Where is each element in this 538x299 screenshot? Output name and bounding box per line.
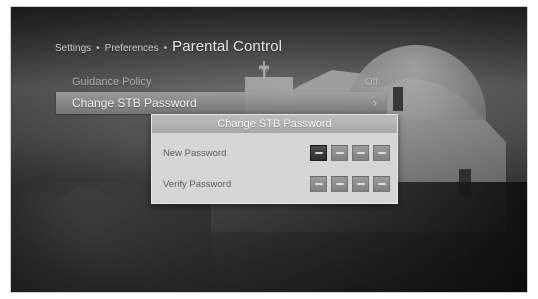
breadcrumb-item-settings: Settings [55, 43, 92, 54]
menu-item-change-stb-password[interactable]: Change STB Password › [56, 92, 386, 114]
pin-digit-box[interactable] [331, 145, 348, 161]
pin-dash-icon [356, 152, 365, 154]
pin-dash-icon [314, 183, 323, 185]
pin-digit-box[interactable] [352, 145, 369, 161]
verify-password-row: Verify Password [163, 173, 390, 195]
breadcrumb: Settings • Preferences • Parental Contro… [55, 38, 282, 58]
pin-dash-icon [377, 183, 386, 185]
new-password-row: New Password [163, 142, 390, 164]
pin-dash-icon [335, 152, 344, 154]
pin-digit-box[interactable] [373, 145, 390, 161]
menu-item-value: Off [364, 76, 378, 88]
pin-digit-box[interactable] [352, 176, 369, 192]
change-password-dialog: Change STB Password New Password Verify … [151, 114, 398, 204]
verify-password-label: Verify Password [163, 178, 232, 190]
menu-item-guidance-policy[interactable]: Guidance Policy Off [56, 71, 386, 93]
chevron-right-icon: › [373, 96, 377, 110]
breadcrumb-item-preferences: Preferences [104, 43, 159, 54]
breadcrumb-separator: • [163, 43, 168, 54]
pin-dash-icon [356, 183, 365, 185]
pin-dash-icon [314, 152, 323, 154]
new-password-label: New Password [163, 147, 227, 159]
dialog-title: Change STB Password [152, 115, 397, 134]
breadcrumb-separator: • [96, 43, 100, 54]
pin-digit-box[interactable] [331, 176, 348, 192]
menu-item-label: Change STB Password [72, 96, 197, 110]
pin-dash-icon [377, 152, 386, 154]
tv-screen: ✝ Settings • Preferences • Parental Cont… [10, 6, 528, 293]
background-window [393, 87, 403, 111]
pin-digit-box[interactable] [310, 145, 327, 161]
verify-password-pin[interactable] [310, 176, 390, 192]
new-password-pin[interactable] [310, 145, 390, 161]
page-title: Parental Control [172, 38, 283, 55]
settings-menu: Guidance Policy Off Change STB Password … [56, 71, 386, 115]
pin-digit-box[interactable] [310, 176, 327, 192]
pin-dash-icon [335, 183, 344, 185]
menu-item-label: Guidance Policy [72, 76, 152, 88]
pin-digit-box[interactable] [373, 176, 390, 192]
